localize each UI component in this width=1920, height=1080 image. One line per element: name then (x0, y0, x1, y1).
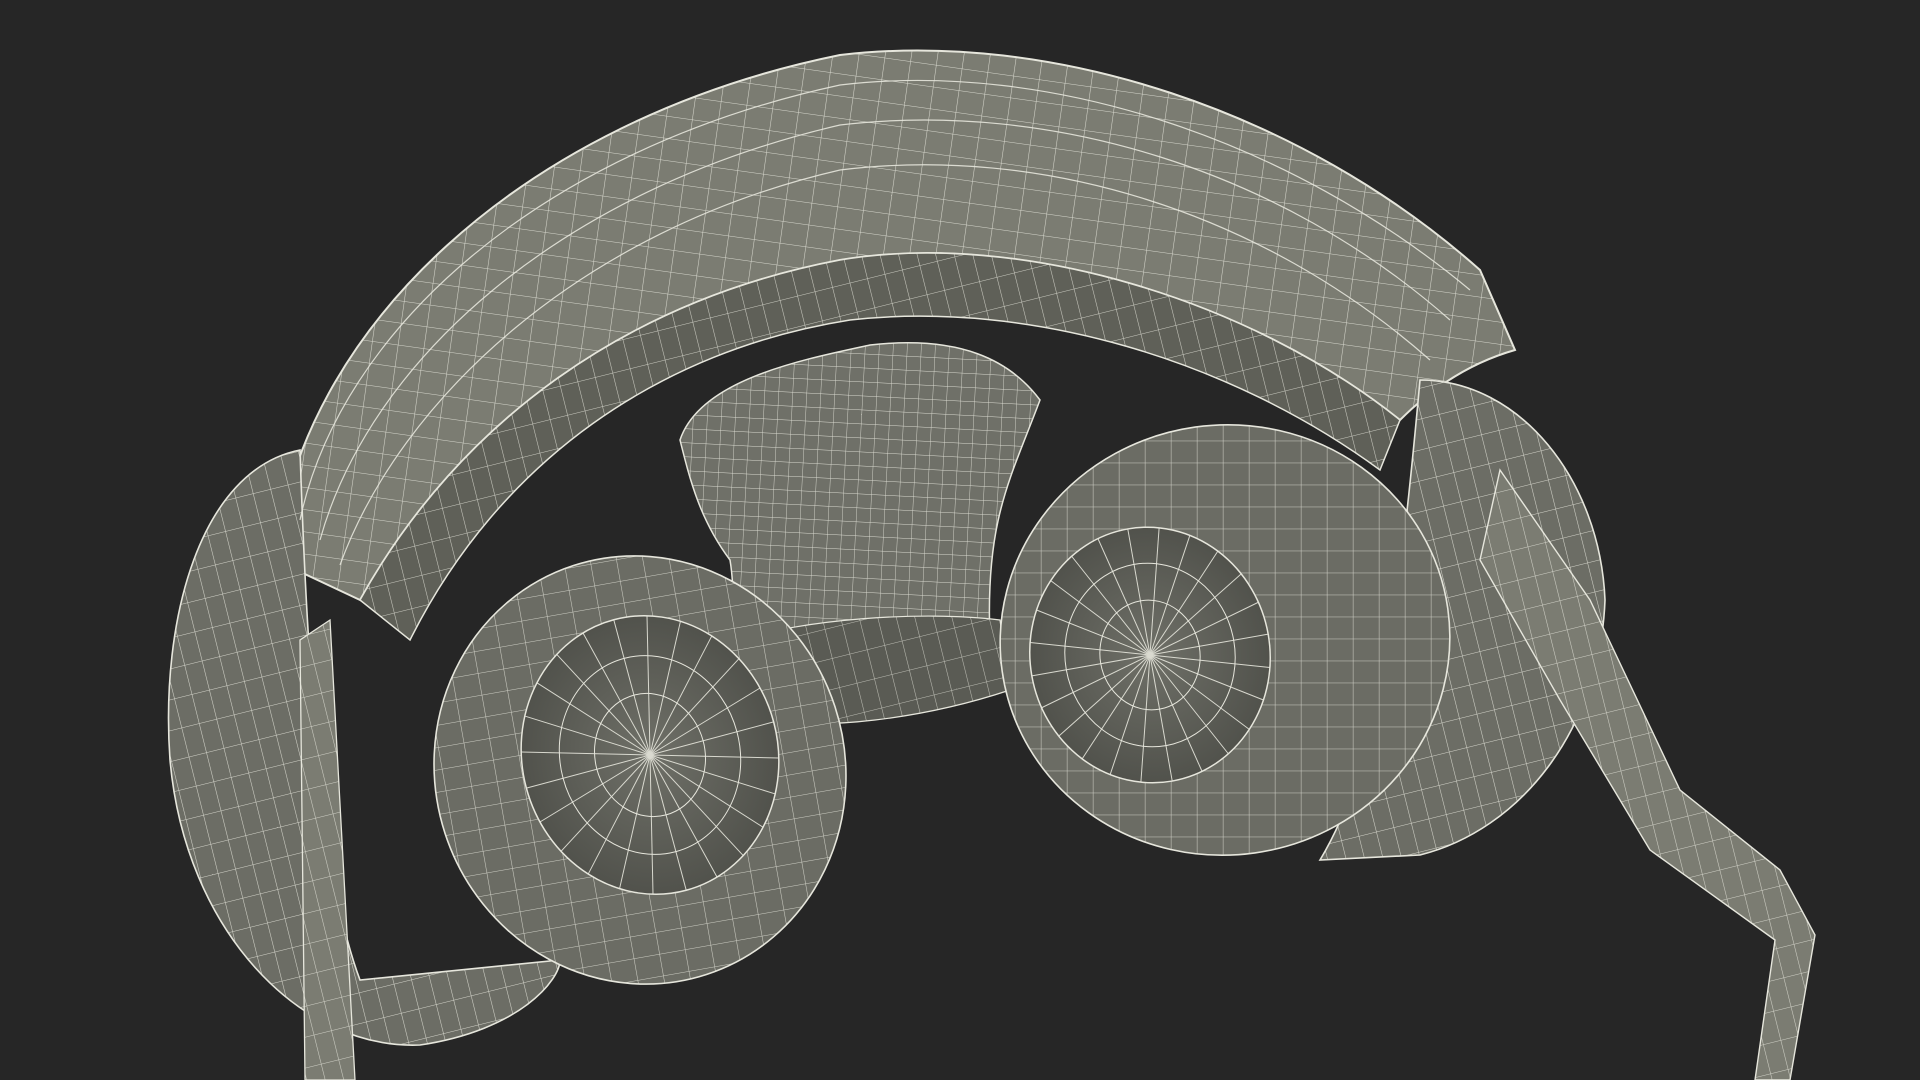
headphones-wireframe-icon (167, 49, 1816, 1080)
right-ear-cup (999, 379, 1816, 1080)
render-viewport (0, 0, 1920, 1080)
